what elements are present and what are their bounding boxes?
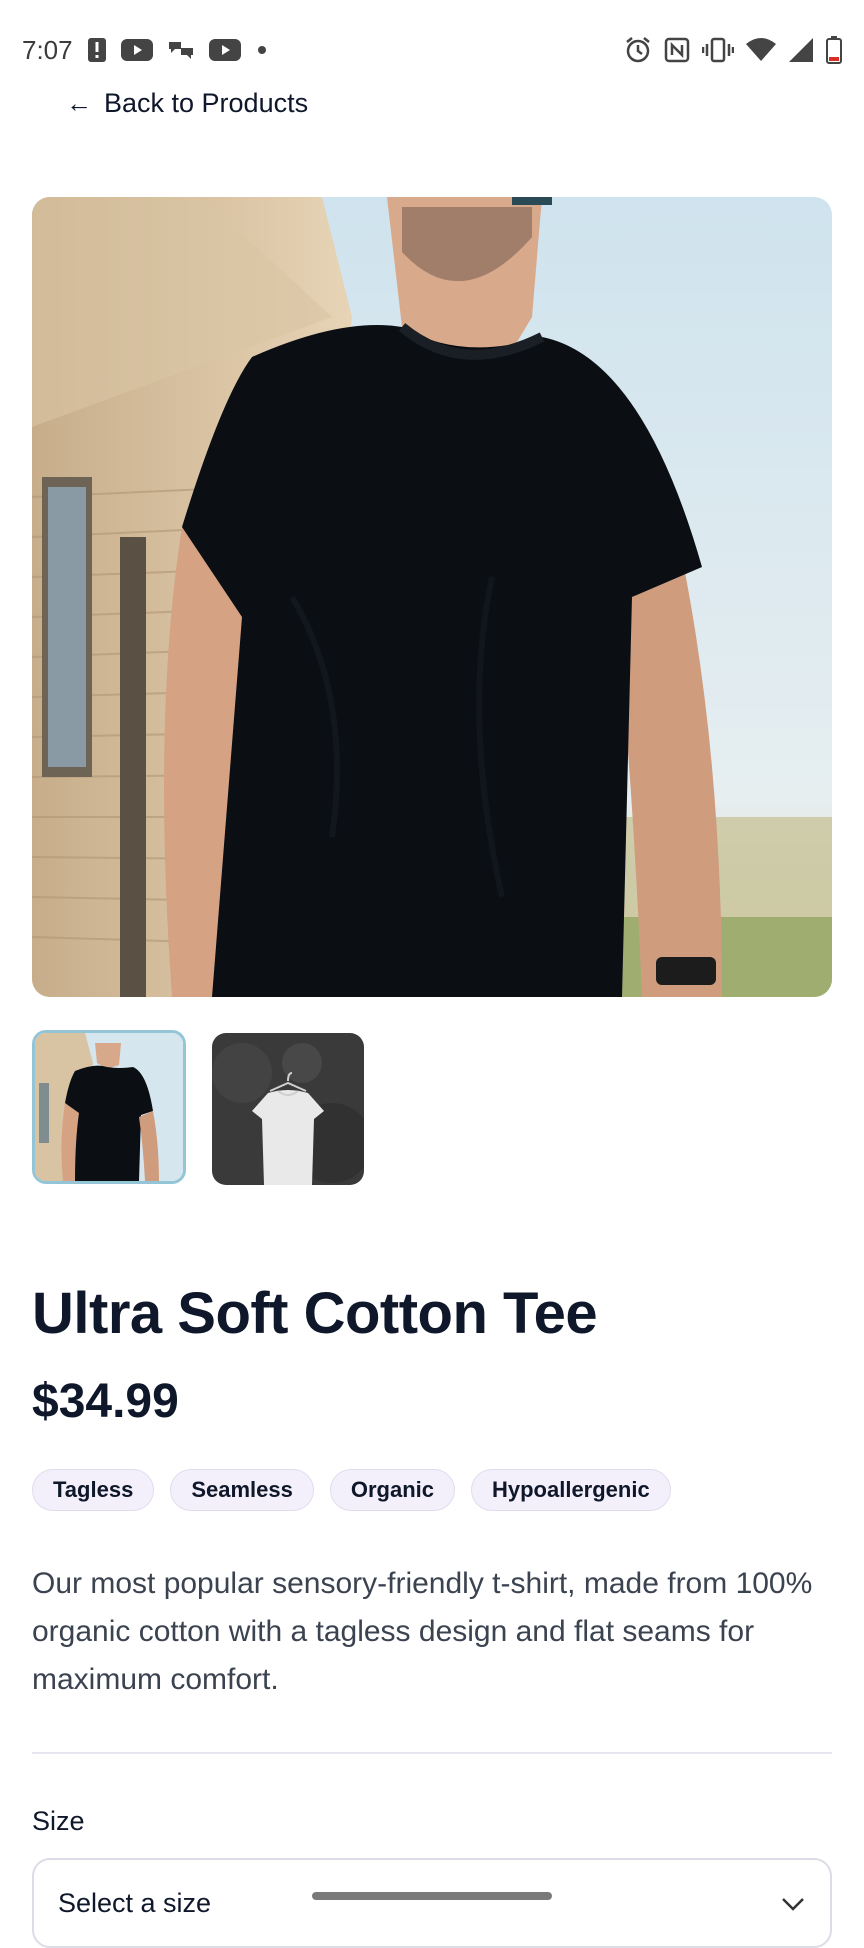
tag-organic: Organic — [329, 1469, 455, 1511]
dot-icon — [255, 43, 269, 57]
main-product-image — [32, 197, 832, 997]
youtube-icon — [120, 38, 153, 62]
chevron-down-icon — [780, 1888, 806, 1919]
alarm-icon — [624, 36, 652, 64]
tag-hypoallergenic: Hypoallergenic — [470, 1469, 671, 1511]
back-link-label: Back to Products — [104, 88, 309, 118]
nfc-icon — [664, 37, 690, 63]
home-indicator[interactable] — [312, 1892, 552, 1900]
product-price: $34.99 — [32, 1375, 179, 1428]
youtube-icon — [208, 38, 241, 62]
wifi-icon — [746, 38, 776, 62]
cast-icon — [167, 38, 195, 62]
signal-icon — [788, 37, 814, 63]
size-label: Size — [32, 1806, 85, 1836]
size-select[interactable]: Select a size — [32, 1858, 832, 1948]
hanger-thumbnail-image — [212, 1033, 364, 1185]
battery-icon — [826, 36, 842, 64]
status-time: 7:07 — [22, 34, 73, 65]
product-title: Ultra Soft Cotton Tee — [32, 1281, 598, 1346]
back-arrow-icon: ← — [66, 88, 92, 118]
thumbnail-2[interactable] — [212, 1033, 364, 1185]
thumbnail-1[interactable] — [32, 1030, 186, 1184]
size-select-value: Select a size — [58, 1887, 212, 1918]
product-description: Our most popular sensory-friendly t-shir… — [32, 1567, 813, 1696]
product-tags: Tagless Seamless Organic Hypoallergenic — [32, 1469, 671, 1511]
model-thumbnail-image — [35, 1033, 183, 1181]
vibrate-icon — [702, 37, 734, 63]
tag-seamless: Seamless — [170, 1469, 314, 1511]
status-bar: 7:07 — [0, 0, 864, 100]
back-to-products-link[interactable]: ← Back to Products — [66, 88, 308, 119]
alert-icon — [87, 37, 107, 63]
divider — [32, 1752, 832, 1754]
tag-tagless: Tagless — [32, 1469, 155, 1511]
